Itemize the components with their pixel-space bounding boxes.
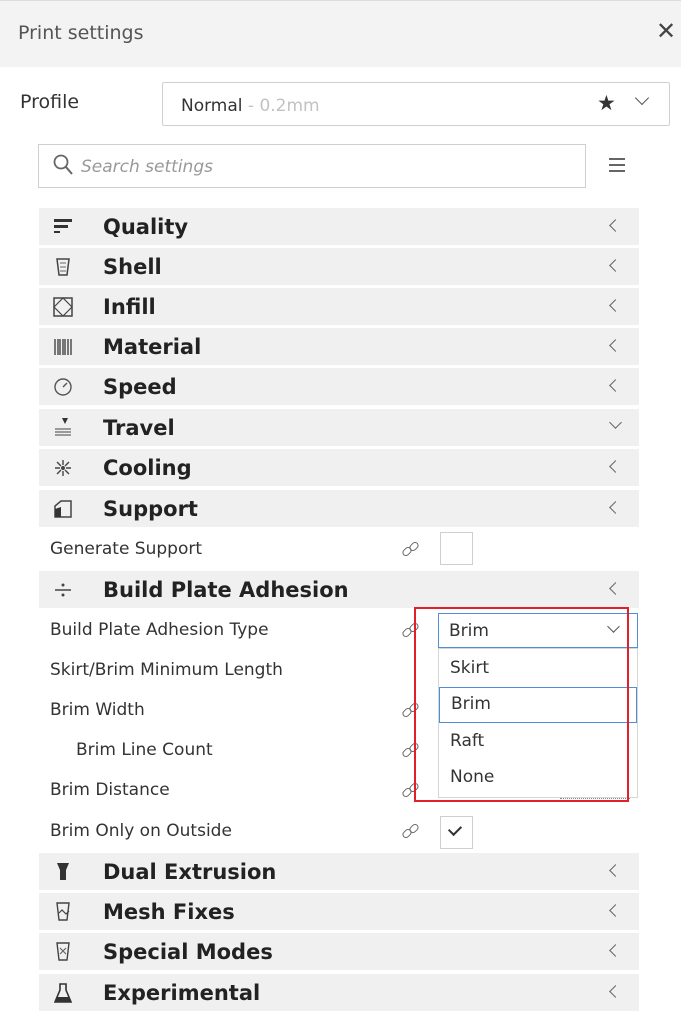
chevron-left-icon [609,582,622,595]
category-label: Speed [103,375,177,399]
category-special-modes[interactable]: Special Modes [39,933,639,970]
category-dual-extrusion[interactable]: Dual Extrusion [39,853,639,890]
chevron-left-icon [609,944,622,957]
category-material[interactable]: Material [39,328,639,365]
shell-icon [56,258,70,276]
chevron-left-icon [609,299,622,312]
category-label: Quality [103,215,189,239]
link-icon[interactable] [400,540,421,558]
travel-icon [55,418,71,436]
link-icon[interactable] [400,822,421,840]
close-icon[interactable]: ✕ [656,17,676,45]
category-support[interactable]: Support [39,490,639,527]
category-experimental[interactable]: Experimental [39,974,639,1011]
speed-icon [54,378,72,396]
setting-generate-support: Generate Support [50,539,203,559]
chevron-left-icon [609,501,622,514]
setting-brim-only-outside: Brim Only on Outside [50,821,232,841]
dual-extrusion-icon [57,863,69,880]
chevron-left-icon [609,339,622,352]
setting-brim-distance: Brim Distance [50,780,170,800]
category-label: Mesh Fixes [103,900,235,924]
category-travel[interactable]: Travel [39,409,639,446]
setting-adhesion-type: Build Plate Adhesion Type [50,620,269,640]
chevron-left-icon [609,460,622,473]
category-mesh-fixes[interactable]: Mesh Fixes [39,893,639,930]
category-shell[interactable]: Shell [39,248,639,285]
search-placeholder: Search settings [81,157,213,177]
quality-icon [54,219,72,233]
category-label: Material [103,335,202,359]
check-icon [447,821,463,837]
chevron-left-icon [609,985,622,998]
category-quality[interactable]: Quality [39,208,639,245]
category-label: Build Plate Adhesion [103,578,349,602]
experimental-icon [53,983,73,1003]
search-icon [53,154,73,175]
chevron-left-icon [609,379,622,392]
category-label: Travel [103,416,175,440]
chevron-down-icon [609,416,622,429]
cooling-icon [55,460,71,476]
panel-title: Print settings [18,22,144,44]
menu-icon[interactable] [609,158,625,174]
chevron-left-icon [609,904,622,917]
adhesion-icon [55,583,71,597]
profile-name-text: Normal [181,96,243,116]
brim-only-outside-checkbox[interactable] [440,816,473,849]
category-label: Support [103,497,198,521]
profile-label: Profile [20,91,80,113]
category-label: Infill [103,295,156,319]
chevron-left-icon [609,259,622,272]
setting-brim-line-count: Brim Line Count [76,740,213,760]
mesh-fixes-icon [56,902,70,921]
chevron-left-icon [609,219,622,232]
generate-support-checkbox[interactable] [440,532,473,565]
chevron-left-icon [609,864,622,877]
category-label: Shell [103,255,162,279]
setting-skirt-brim-min-length: Skirt/Brim Minimum Length [50,660,283,680]
special-modes-icon [56,942,70,961]
setting-brim-width: Brim Width [50,700,145,720]
category-label: Cooling [103,456,192,480]
infill-icon [53,297,73,317]
profile-name: Normal - 0.2mm [181,96,320,116]
category-label: Special Modes [103,940,273,964]
material-icon [54,339,72,355]
highlight-box [414,607,629,802]
category-label: Experimental [103,981,261,1005]
category-build-plate-adhesion[interactable]: Build Plate Adhesion [39,571,639,608]
support-icon [54,500,72,518]
category-speed[interactable]: Speed [39,368,639,405]
profile-layer-height: - 0.2mm [242,96,320,116]
panel-header: Print settings ✕ [0,0,681,67]
category-label: Dual Extrusion [103,860,277,884]
category-infill[interactable]: Infill [39,288,639,325]
star-icon[interactable]: ★ [597,91,616,115]
profile-select[interactable]: Normal - 0.2mm ★ [162,82,670,126]
search-input[interactable]: Search settings [38,144,586,188]
category-cooling[interactable]: Cooling [39,449,639,486]
chevron-down-icon[interactable] [634,90,650,106]
